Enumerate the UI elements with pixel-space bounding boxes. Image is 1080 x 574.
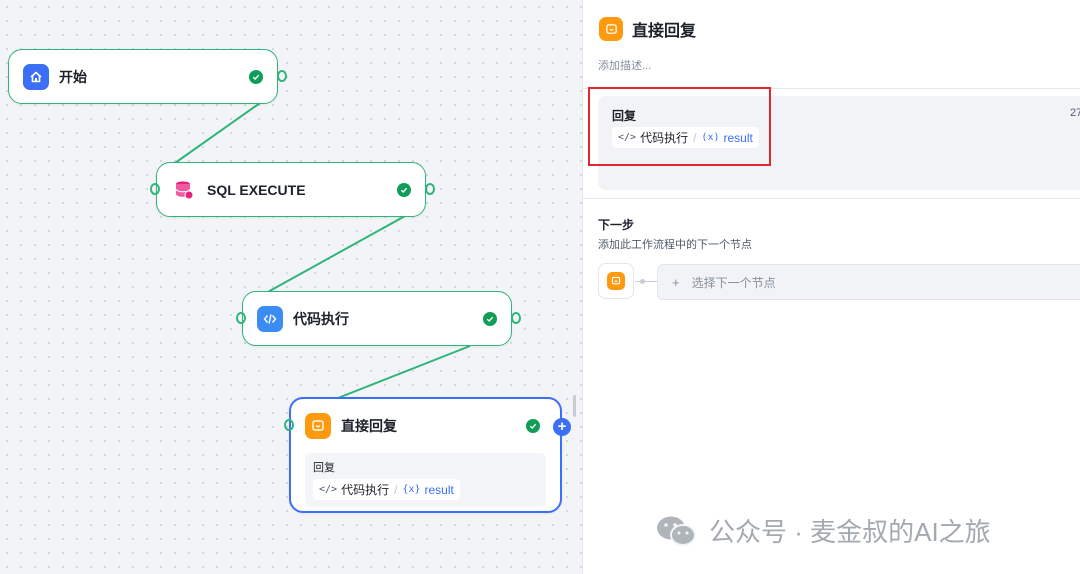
code-icon [257,306,283,332]
select-next-node-label: 选择下一个节点 [691,275,776,290]
divider [583,198,1080,199]
variable-icon: {x} [402,484,421,495]
node-direct-reply[interactable]: 直接回复 回复 </> 代码执行 / {x} result + [284,397,571,513]
reply-char-count: 27 [1070,107,1080,119]
code-icon: </> [319,484,338,495]
current-node-icon [598,263,634,299]
ref-separator: / [394,482,398,497]
output-port[interactable] [425,183,435,195]
node-reply-title: 直接回复 [341,418,397,434]
input-port[interactable] [284,419,294,431]
wechat-icon [657,516,696,546]
node-code-title: 代码执行 [293,311,349,327]
next-step-title: 下一步 [598,218,635,232]
node-reply-label: 回复 [313,462,335,474]
add-next-node-button[interactable]: + [553,418,571,436]
reply-icon [607,272,625,290]
watermark: 公众号 · 麦金叔的AI之旅 [655,512,991,549]
node-config-panel: 直接回复 添加描述... 回复 27 </> 代码执行 / (x) result… [582,0,1080,574]
select-next-node-button[interactable]: + 选择下一个节点 [657,264,1080,300]
node-sql-execute[interactable]: SQL EXECUTE [150,162,435,217]
reply-icon [305,413,331,439]
connector-line [635,281,657,282]
success-check-icon [397,183,411,197]
edge-code-reply [337,345,471,399]
success-check-icon [483,312,497,326]
variable-reference-chip[interactable]: </> 代码执行 / {x} result [313,479,460,500]
node-start-title: 开始 [59,69,87,85]
output-port[interactable] [277,70,287,82]
connector-dot [640,279,645,284]
input-port[interactable] [150,183,160,195]
node-code-exec[interactable]: 代码执行 [236,291,521,346]
workflow-canvas[interactable]: 开始 SQL EXECUTE 代码执行 直接回复 回复 </> 代码执行 / {… [0,0,582,574]
home-icon [23,64,49,90]
database-icon [171,177,197,203]
plus-icon: + [672,274,680,290]
next-step-description: 添加此工作流程中的下一个节点 [598,239,752,251]
node-start[interactable]: 开始 [8,49,287,104]
input-port[interactable] [236,312,246,324]
node-sql-title: SQL EXECUTE [207,182,306,198]
red-highlight-box [588,87,771,166]
panel-title[interactable]: 直接回复 [632,17,696,41]
watermark-text: 公众号 · 麦金叔的AI之旅 [709,517,991,547]
success-check-icon [526,419,540,433]
ref-source: 代码执行 [341,483,390,497]
success-check-icon [249,70,263,84]
edge-sql-code [265,215,406,294]
ref-variable: result [424,482,454,497]
node-reply-content: 回复 </> 代码执行 / {x} result [305,453,546,506]
panel-resize-handle[interactable] [573,395,576,417]
description-input[interactable]: 添加描述... [583,44,1080,78]
output-port[interactable] [511,312,521,324]
edge-start-sql [174,102,261,164]
reply-icon [599,17,623,41]
